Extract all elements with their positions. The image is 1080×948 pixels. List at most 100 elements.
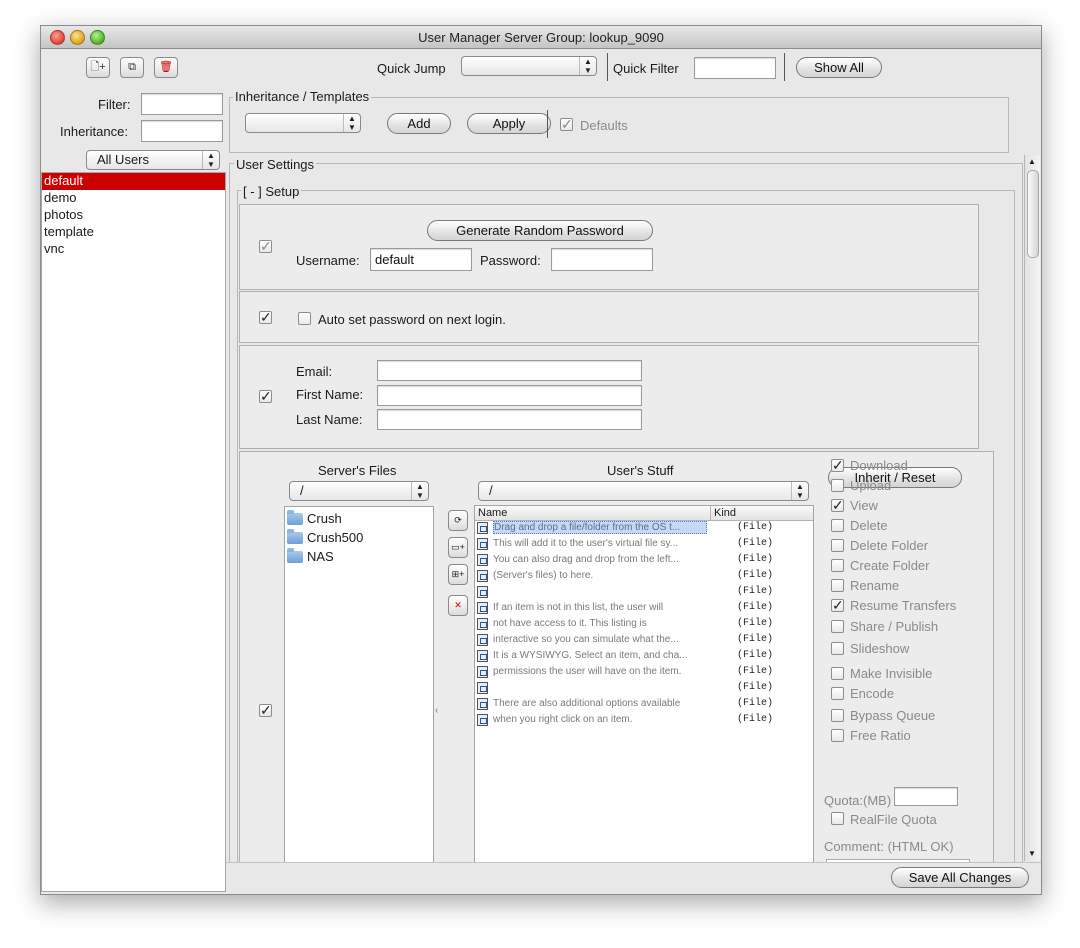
- toolbar-divider: [607, 53, 608, 81]
- quick-filter-input[interactable]: [694, 57, 776, 79]
- user-path-select[interactable]: / ▲ ▼: [478, 481, 809, 501]
- add-folder-button[interactable]: ▭+: [448, 537, 468, 558]
- permission-label-bypass-queue: Bypass Queue: [850, 708, 936, 723]
- permission-label-delete: Delete: [850, 518, 888, 533]
- user-manager-window: User Manager Server Group: lookup_9090 🗋…: [40, 25, 1042, 895]
- scrollbar-thumb[interactable]: [1027, 170, 1039, 258]
- file-kind-cell: (File): [737, 666, 774, 677]
- permission-checkbox-share-publish[interactable]: [831, 620, 844, 633]
- user-list-item-template[interactable]: template: [42, 224, 225, 241]
- quick-jump-select[interactable]: ▲ ▼: [461, 56, 597, 76]
- permission-checkbox-bypass-queue[interactable]: [831, 709, 844, 722]
- contact-checkbox[interactable]: ✓: [259, 389, 272, 403]
- permission-checkbox-delete-folder[interactable]: [831, 539, 844, 552]
- add-item-button[interactable]: ⊞+: [448, 564, 468, 585]
- scroll-down-icon[interactable]: ▼: [1028, 849, 1036, 858]
- user-list[interactable]: default demo photos template vnc: [41, 172, 226, 892]
- show-all-button[interactable]: Show All: [796, 57, 882, 78]
- permission-checkbox-delete[interactable]: [831, 519, 844, 532]
- server-folder-crush500[interactable]: Crush500: [287, 529, 427, 547]
- file-name-cell: It is a WYSIWYG. Select an item, and cha…: [493, 650, 688, 661]
- permission-checkbox-free-ratio[interactable]: [831, 729, 844, 742]
- user-list-item-default[interactable]: default: [42, 173, 225, 190]
- permission-checkbox-resume-transfers[interactable]: ✓: [831, 598, 844, 612]
- table-row[interactable]: interactive so you can simulate what the…: [475, 633, 811, 649]
- user-type-select[interactable]: All Users ▲ ▼: [86, 150, 220, 170]
- user-type-value: All Users: [97, 152, 150, 167]
- file-kind-cell: (File): [737, 618, 774, 629]
- setup-title[interactable]: [ - ] Setup: [241, 184, 302, 199]
- apply-template-button[interactable]: Apply: [467, 113, 551, 134]
- file-icon: [477, 554, 488, 566]
- generate-random-password-button[interactable]: Generate Random Password: [427, 220, 653, 241]
- table-row[interactable]: permissions the user will have on the it…: [475, 665, 811, 681]
- save-all-changes-button[interactable]: Save All Changes: [891, 867, 1029, 888]
- refresh-button[interactable]: ⟳: [448, 510, 468, 531]
- table-row[interactable]: It is a WYSIWYG. Select an item, and cha…: [475, 649, 811, 665]
- permission-checkbox-view[interactable]: ✓: [831, 498, 844, 512]
- permission-checkbox-download[interactable]: ✓: [831, 458, 844, 472]
- table-row[interactable]: You can also drag and drop from the left…: [475, 553, 811, 569]
- table-row[interactable]: (Server's files) to here. (File): [475, 569, 811, 585]
- table-row[interactable]: (File): [475, 681, 811, 697]
- server-folder-nas[interactable]: NAS: [287, 548, 427, 566]
- password-label: Password:: [480, 253, 541, 268]
- permission-label-rename: Rename: [850, 578, 900, 593]
- username-input[interactable]: [370, 248, 472, 271]
- folder-label: Crush: [307, 511, 342, 526]
- inheritance-filter-input[interactable]: [141, 120, 223, 142]
- file-icon: [477, 602, 488, 614]
- splitter-handle[interactable]: ‹: [435, 705, 438, 716]
- email-input[interactable]: [377, 360, 642, 381]
- add-template-button[interactable]: Add: [387, 113, 451, 134]
- filter-input[interactable]: [141, 93, 223, 115]
- server-path-select[interactable]: / ▲ ▼: [289, 481, 429, 501]
- servers-files-title: Server's Files: [318, 463, 397, 478]
- permission-checkbox-create-folder[interactable]: [831, 559, 844, 572]
- table-row[interactable]: Drag and drop a file/folder from the OS …: [475, 521, 811, 537]
- credentials-checkbox[interactable]: ✓: [259, 239, 272, 253]
- permission-checkbox-rename[interactable]: [831, 579, 844, 592]
- user-list-item-demo[interactable]: demo: [42, 190, 225, 207]
- table-row[interactable]: This will add it to the user's virtual f…: [475, 537, 811, 553]
- file-name-cell: You can also drag and drop from the left…: [493, 554, 679, 565]
- permission-label-make-invisible: Make Invisible: [850, 666, 933, 681]
- password-input[interactable]: [551, 248, 653, 271]
- permission-checkbox-encode[interactable]: [831, 687, 844, 700]
- permission-checkbox-make-invisible[interactable]: [831, 667, 844, 680]
- table-row[interactable]: (File): [475, 585, 811, 601]
- users-stuff-table[interactable]: Name Kind Drag and drop a file/folder fr…: [474, 505, 814, 871]
- file-kind-cell: (File): [737, 602, 774, 613]
- delete-user-button[interactable]: 🗑: [154, 57, 178, 78]
- column-name-header[interactable]: Name: [478, 507, 507, 519]
- table-header: Name Kind: [475, 506, 813, 521]
- settings-scrollbar[interactable]: ▲ ▼: [1024, 155, 1040, 861]
- table-row[interactable]: when you right click on an item. (File): [475, 713, 811, 729]
- user-list-item-photos[interactable]: photos: [42, 207, 225, 224]
- column-kind-header[interactable]: Kind: [714, 507, 736, 519]
- table-row[interactable]: If an item is not in this list, the user…: [475, 601, 811, 617]
- permission-checkbox-slideshow[interactable]: [831, 642, 844, 655]
- duplicate-user-button[interactable]: ⧉: [120, 57, 144, 78]
- defaults-checkbox[interactable]: ✓: [560, 117, 573, 131]
- quota-input[interactable]: [894, 787, 958, 806]
- server-files-tree[interactable]: Crush Crush500 NAS: [284, 506, 434, 866]
- files-checkbox[interactable]: ✓: [259, 703, 272, 717]
- file-icon: [477, 714, 488, 726]
- permission-checkbox-upload[interactable]: [831, 479, 844, 492]
- first-name-input[interactable]: [377, 385, 642, 406]
- realfile-quota-label: RealFile Quota: [850, 812, 937, 827]
- folder-icon: [287, 548, 303, 563]
- server-folder-crush[interactable]: Crush: [287, 510, 427, 528]
- auto-set-password-checkbox[interactable]: [298, 312, 311, 325]
- auto-password-enable-checkbox[interactable]: ✓: [259, 310, 272, 324]
- table-row[interactable]: not have access to it. This listing is (F…: [475, 617, 811, 633]
- scroll-up-icon[interactable]: ▲: [1028, 157, 1036, 166]
- table-row[interactable]: There are also additional options availa…: [475, 697, 811, 713]
- add-user-button[interactable]: 🗋+: [86, 57, 110, 78]
- remove-item-button[interactable]: ✕: [448, 595, 468, 616]
- last-name-input[interactable]: [377, 409, 642, 430]
- template-select[interactable]: ▲ ▼: [245, 113, 361, 133]
- user-list-item-vnc[interactable]: vnc: [42, 241, 225, 258]
- realfile-quota-checkbox[interactable]: [831, 812, 844, 825]
